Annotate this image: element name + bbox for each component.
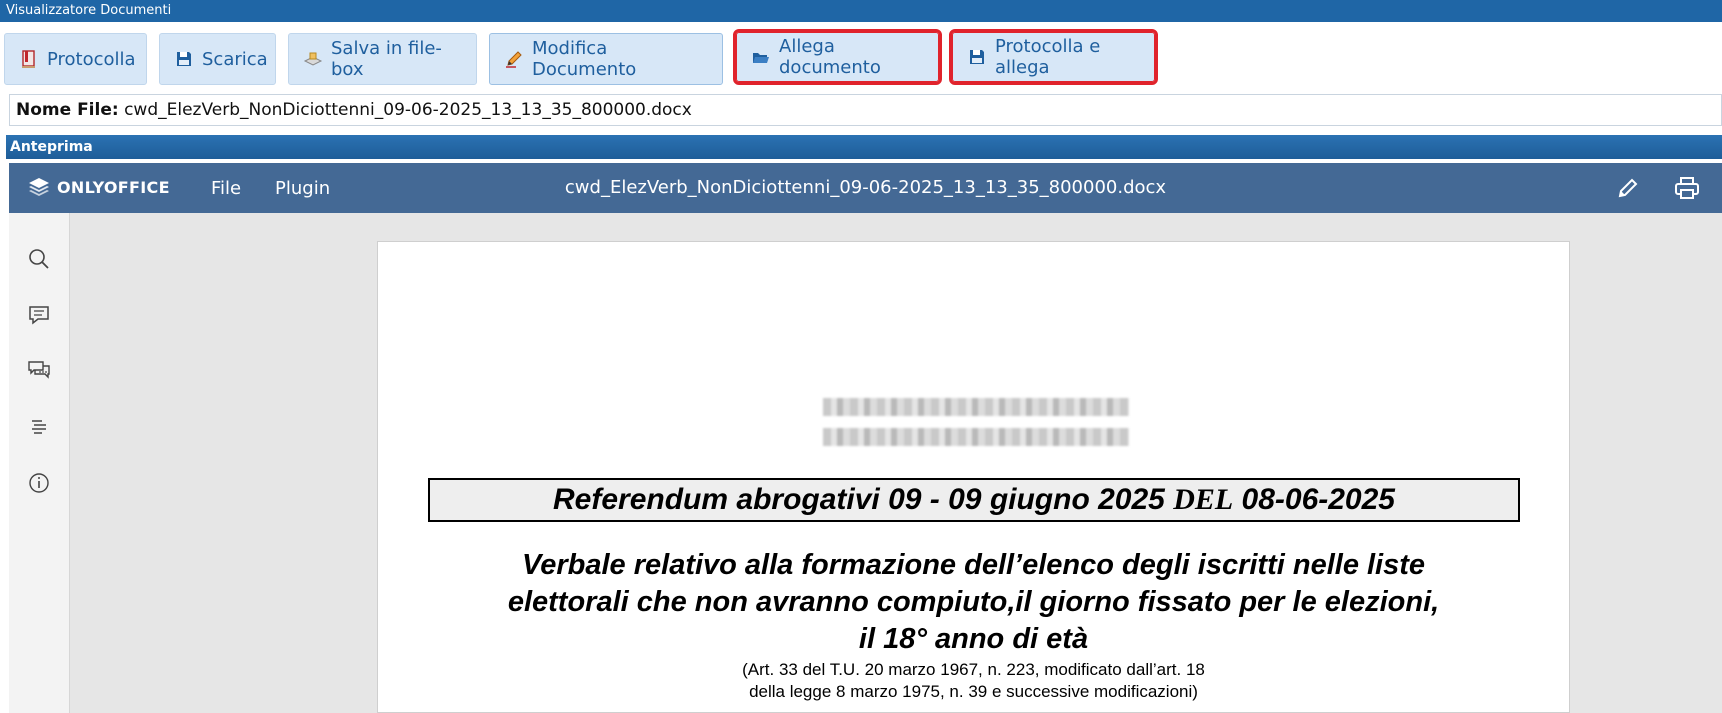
print-icon[interactable]: [1674, 176, 1699, 200]
search-icon[interactable]: [27, 247, 51, 271]
protocolla-e-allega-label: Protocolla e allega: [995, 36, 1101, 78]
scarica-button[interactable]: Scarica: [159, 33, 276, 85]
modifica-documento-button[interactable]: Modifica Documento: [489, 33, 723, 85]
allega-documento-label: Allega documento: [779, 36, 881, 78]
scarica-label: Scarica: [202, 48, 268, 70]
salva-file-box-button[interactable]: Salva in file-box: [288, 33, 477, 85]
document-page[interactable]: Referendum abrogativi 09 - 09 giugno 202…: [377, 241, 1570, 713]
protocolla-button[interactable]: Protocolla: [4, 33, 147, 85]
protocolla-e-allega-button[interactable]: Protocolla e allega: [949, 29, 1158, 85]
toolbar: Protocolla Scarica Salva in file-box Mod…: [0, 22, 1722, 94]
referendum-del: DEL: [1173, 483, 1234, 516]
salva-file-box-label: Salva in file-box: [331, 38, 442, 80]
pencil-icon: [504, 49, 524, 69]
document-title: cwd_ElezVerb_NonDiciottenni_09-06-2025_1…: [564, 177, 1167, 198]
info-icon[interactable]: [27, 471, 51, 495]
folder-open-icon: [751, 47, 771, 67]
onlyoffice-header: ONLYOFFICE File Plugin cwd_ElezVerb_NonD…: [9, 163, 1722, 213]
blurred-province-name: [823, 428, 1129, 446]
art-reference-line-2: della legge 8 marzo 1975, n. 39 e succes…: [749, 682, 1198, 701]
referendum-part1: Referendum abrogativi 09 - 09 giugno 202…: [553, 483, 1174, 516]
floppy-save-icon: [967, 47, 987, 67]
blurred-municipality-name: [823, 398, 1129, 416]
referendum-part2: 08-06-2025: [1233, 483, 1395, 516]
file-box-icon: [303, 49, 323, 69]
left-sidebar: [9, 213, 70, 713]
file-name-value: cwd_ElezVerb_NonDiciottenni_09-06-2025_1…: [124, 100, 692, 120]
allega-documento-button[interactable]: Allega documento: [733, 29, 942, 85]
file-name-bar: Nome File: cwd_ElezVerb_NonDiciottenni_0…: [9, 94, 1722, 126]
floppy-save-icon: [174, 49, 194, 69]
preview-panel-title: Anteprima: [6, 135, 1722, 159]
verbale-line-3: il 18° anno di età: [858, 623, 1089, 655]
chat-icon[interactable]: [27, 359, 51, 383]
protocolla-label: Protocolla: [47, 48, 136, 70]
modifica-documento-label: Modifica Documento: [532, 38, 637, 80]
window-title: Visualizzatore Documenti: [0, 0, 1722, 22]
navigation-icon[interactable]: [27, 415, 51, 439]
edit-pencil-icon[interactable]: [1616, 176, 1640, 200]
protocol-book-icon: [19, 49, 39, 69]
verbale-line-2: elettorali che non avranno compiuto,il g…: [507, 586, 1440, 618]
file-name-label: Nome File:: [16, 100, 119, 120]
referendum-heading: Referendum abrogativi 09 - 09 giugno 202…: [428, 478, 1520, 522]
verbale-line-1: Verbale relativo alla formazione dell’el…: [521, 549, 1426, 581]
comment-icon[interactable]: [27, 303, 51, 327]
art-reference-line-1: (Art. 33 del T.U. 20 marzo 1967, n. 223,…: [742, 660, 1205, 679]
